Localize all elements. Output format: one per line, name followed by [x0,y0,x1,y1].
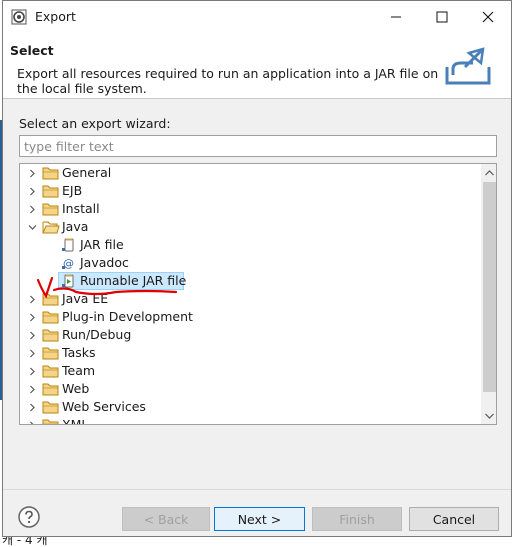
cancel-button[interactable]: Cancel [409,507,499,531]
chevron-right-icon[interactable] [26,347,38,359]
tree-item[interactable]: Run/Debug [20,326,480,344]
wizard-tree: General EJB Install Java JAR file @ Javadoc Run… [19,163,497,425]
chevron-right-icon[interactable] [26,419,38,424]
tree-item-label: Install [62,201,100,216]
chevron-down-icon [485,413,494,419]
chevron-right-icon[interactable] [26,329,38,341]
javadoc-icon: @ [60,256,78,270]
tree-item[interactable]: Runnable JAR file [20,272,480,290]
tree-item[interactable]: Team [20,362,480,380]
chevron-right-icon[interactable] [26,401,38,413]
folder-icon [42,184,60,198]
tree-item[interactable]: @ Javadoc [20,254,480,272]
footer-divider [3,489,511,490]
tree-item-label: General [62,165,112,180]
folder-icon [42,418,60,424]
close-button[interactable] [465,1,511,33]
wizard-header: Select Export all resources required to … [3,33,511,99]
scroll-down-button[interactable] [481,407,496,424]
tree-item-label: Web [62,381,90,396]
folder-icon [42,382,60,396]
filter-input[interactable] [20,136,496,156]
chevron-right-icon[interactable] [26,203,38,215]
tree-item[interactable]: Web Services [20,398,480,416]
tree-item-label: Run/Debug [62,327,132,342]
folder-icon [42,328,60,342]
finish-button[interactable]: Finish [312,507,402,531]
folder-icon [42,202,60,216]
page-description: Export all resources required to run an … [17,66,439,96]
tree-item-label: Runnable JAR file [80,273,187,288]
window-title: Export [35,9,76,24]
tree-scrollbar[interactable] [481,164,496,424]
scroll-thumb[interactable] [483,182,496,392]
chevron-right-icon[interactable] [26,185,38,197]
tree-item[interactable]: XML [20,416,480,425]
next-button[interactable]: Next > [214,507,305,531]
filter-field[interactable] [19,135,497,157]
tree-item-label: Team [62,363,96,378]
tree-item-label: JAR file [80,237,124,252]
export-dialog: Export Select Export all resources requi… [2,0,512,537]
maximize-icon [436,11,448,23]
tree-item[interactable]: Plug-in Development [20,308,480,326]
folder-icon [42,364,60,378]
scroll-up-button[interactable] [481,164,496,181]
chevron-right-icon[interactable] [26,365,38,377]
chevron-right-icon[interactable] [26,167,38,179]
folder-icon [42,400,60,414]
chevron-down-icon[interactable] [26,221,38,233]
eclipse-app-icon [11,9,27,25]
folder-icon [42,310,60,324]
tree-item-label: Javadoc [80,255,129,270]
tree-item[interactable]: General [20,164,480,182]
chevron-right-icon[interactable] [26,311,38,323]
tree-item[interactable]: JAR file [20,236,480,254]
tree-item-label: XML [62,417,89,425]
title-bar: Export [3,1,511,33]
back-button[interactable]: < Back [122,507,210,531]
export-wizard-icon [445,47,491,85]
minimize-icon [391,16,401,18]
folder-icon [42,346,60,360]
close-icon [482,11,494,23]
chevron-up-icon [485,169,494,175]
jar-file-icon [60,238,78,252]
wizard-list-label: Select an export wizard: [19,116,171,131]
folder-icon [42,166,60,180]
maximize-button[interactable] [419,1,465,33]
tree-item-label: Java [62,219,89,234]
tree-item[interactable]: Tasks [20,344,480,362]
tree-item-label: Plug-in Development [62,309,193,324]
tree-item[interactable]: Install [20,200,480,218]
help-icon[interactable] [17,505,41,529]
folder-icon [42,292,60,306]
tree-item[interactable]: Java EE [20,290,480,308]
tree-item-label: Java EE [62,291,109,306]
tree-item[interactable]: Web [20,380,480,398]
chevron-right-icon[interactable] [26,293,38,305]
runnable-jar-icon [60,274,78,288]
tree-item-label: Tasks [62,345,96,360]
tree-item[interactable]: EJB [20,182,480,200]
tree-item[interactable]: Java [20,218,480,236]
open-folder-icon [42,220,60,234]
tree-item-label: Web Services [62,399,146,414]
page-title: Select [10,43,54,58]
minimize-button[interactable] [373,1,419,33]
chevron-right-icon[interactable] [26,383,38,395]
tree-item-label: EJB [62,183,83,198]
